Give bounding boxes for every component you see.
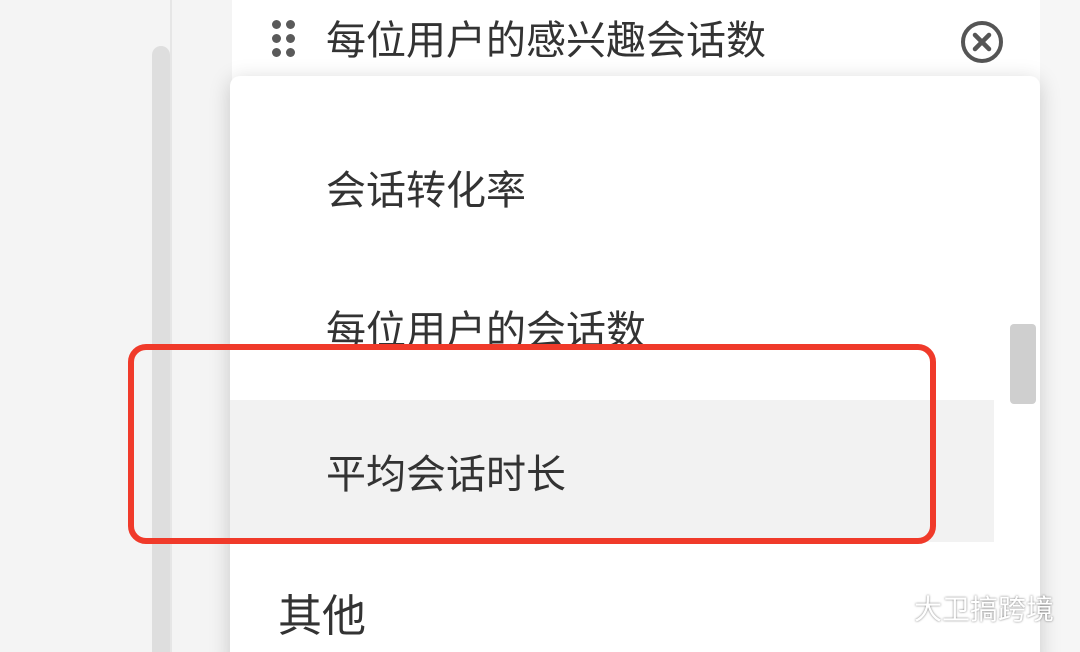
group-label-other: 其他 [278, 591, 366, 642]
option-label: 每位用户的会话数 [326, 308, 646, 354]
screen: 每位用户的感兴趣会话数 会话转化率 每位用户的会话数 平均会话时长 其他 大卫搞… [0, 0, 1080, 652]
wechat-icon [866, 591, 906, 625]
watermark-text: 大卫搞跨境 [914, 593, 1055, 626]
left-divider [170, 0, 172, 652]
option-sessions-per-user[interactable]: 每位用户的会话数 [230, 256, 994, 398]
option-label: 会话转化率 [326, 168, 526, 214]
option-avg-session-duration[interactable]: 平均会话时长 [230, 400, 994, 542]
left-scrollbar[interactable] [152, 46, 170, 652]
drag-handle-icon[interactable] [268, 18, 300, 60]
left-pane [0, 0, 232, 652]
metric-title[interactable]: 每位用户的感兴趣会话数 [326, 16, 766, 66]
close-circle-icon[interactable] [960, 20, 1004, 64]
dropdown-scrollbar[interactable] [1010, 324, 1036, 404]
metric-dropdown: 会话转化率 每位用户的会话数 平均会话时长 [230, 76, 1040, 652]
right-edge [1040, 0, 1080, 652]
watermark: 大卫搞跨境 [866, 588, 1054, 628]
option-label: 平均会话时长 [326, 452, 566, 498]
option-session-conversion-rate[interactable]: 会话转化率 [230, 116, 994, 258]
